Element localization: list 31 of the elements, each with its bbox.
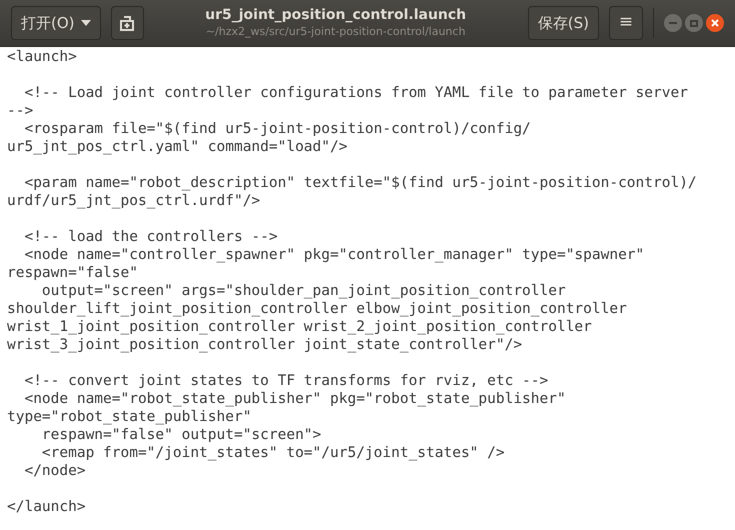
code-line: shoulder_lift_joint_position_controller elbow_joint_position_controller	[7, 300, 627, 318]
code-line: <launch>	[7, 48, 77, 66]
code-line: <rosparam file="$(find ur5-joint-position-control)/config/	[23, 120, 531, 138]
new-tab-button[interactable]	[110, 6, 144, 40]
code-line: wrist_3_joint_position_controller joint_state_controller"/>	[7, 336, 522, 354]
close-icon	[711, 19, 719, 27]
code-line: </node>	[23, 462, 86, 480]
menu-button[interactable]: ≡	[609, 6, 643, 40]
caret-icon	[80, 20, 91, 26]
code-line: -->	[7, 102, 34, 120]
code-line: <param name="robot_description" textfile="$(find ur5-joint-position-control)/	[23, 174, 697, 192]
code-line: <remap from="/joint_states" to="/ur5/joint_states" />	[40, 444, 505, 462]
window-title: ur5_joint_position_control.launch	[205, 7, 466, 25]
code-line: ur5_jnt_pos_ctrl.yaml" command="load"/>	[7, 138, 348, 156]
code-line: respawn="false" output="screen">	[40, 426, 322, 444]
code-line: <!-- Load joint controller configurations from YAML file to parameter server	[23, 84, 688, 102]
code-line: <node name="robot_state_publisher" pkg="robot_state_publisher"	[23, 390, 566, 408]
save-button[interactable]: 保存(S)	[528, 6, 599, 40]
code-line: wrist_1_joint_position_controller wrist_2_joint_position_controller	[7, 318, 592, 336]
open-button[interactable]: 打开(O)	[11, 6, 101, 40]
close-button[interactable]	[706, 14, 724, 32]
document-add-icon	[119, 15, 136, 31]
code-line: urdf/ur5_jnt_pos_ctrl.urdf"/>	[7, 192, 260, 210]
code-line: type="robot_state_publisher"	[7, 408, 252, 426]
file-path: ~/hzx2_ws/src/ur5-joint-position-control/launch	[206, 24, 466, 39]
code-line: output="screen" args="shoulder_pan_joint_position_controller	[40, 282, 566, 300]
code-line: </launch>	[7, 498, 86, 516]
code-line: respawn="false"	[7, 264, 138, 282]
code-line: <!-- convert joint states to TF transforms for rviz, etc -->	[23, 372, 548, 390]
code-line: <!-- load the controllers -->	[23, 228, 278, 246]
code-line: <node name="controller_spawner" pkg="controller_manager" type="spawner"	[23, 246, 644, 264]
